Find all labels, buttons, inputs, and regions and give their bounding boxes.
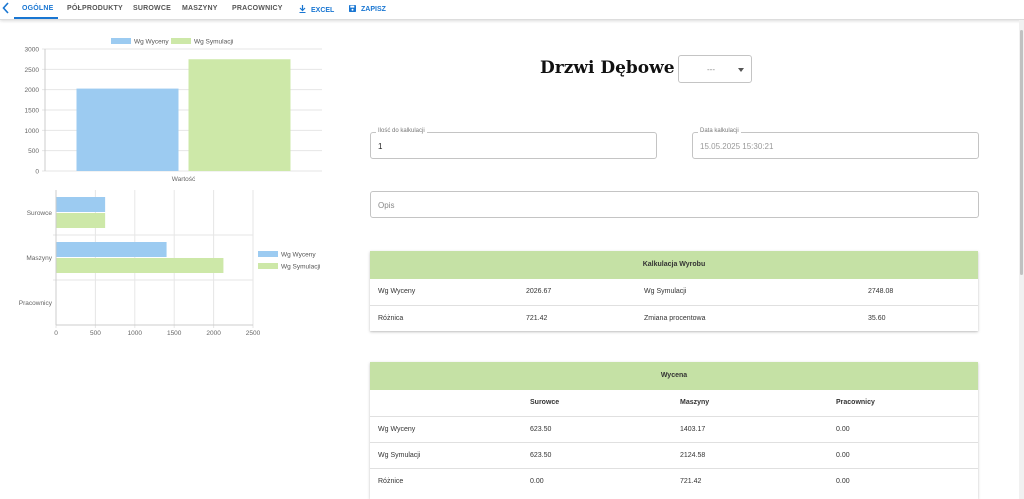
legend-label: Wg Wyceny xyxy=(281,252,316,259)
dropdown-caret-icon xyxy=(738,68,744,72)
save-label: ZAPISZ xyxy=(361,6,386,13)
quantity-field[interactable]: Ilość do kalkulacji 1 xyxy=(370,128,657,159)
category-bar-chart: 0 500 1000 1500 2000 2500 Surowce Maszyny Pracow… xyxy=(19,190,320,337)
legend-label: Wg Symulacji xyxy=(194,39,233,46)
legend-swatch xyxy=(111,38,131,44)
excel-button[interactable]: EXCEL xyxy=(299,5,334,14)
y-tick-label: 2500 xyxy=(25,67,40,74)
y-tick-label: 0 xyxy=(35,169,39,176)
table-header: Pracownicy xyxy=(828,390,978,417)
x-tick-label: Wartość xyxy=(172,176,196,183)
calculation-date-value: 15.05.2025 15:30:21 xyxy=(700,142,774,151)
quantity-label: Ilość do kalkulacji xyxy=(376,128,427,134)
table-cell: 721.42 xyxy=(680,477,702,485)
bar xyxy=(56,258,224,273)
download-icon xyxy=(299,5,306,13)
legend-swatch xyxy=(258,263,278,269)
y-tick-label: Maszyny xyxy=(26,255,52,262)
x-tick-label: 2000 xyxy=(206,330,221,337)
table-cell: 35.60 xyxy=(868,314,886,322)
tab-surowce[interactable]: SUROWCE xyxy=(133,5,171,12)
product-calculation-table: Wg Wyceny 2026.67 Wg Symulacji 2748.08 R… xyxy=(370,279,978,331)
pricing-title: Wycena xyxy=(370,362,978,390)
bar xyxy=(56,197,106,212)
table-cell: Wg Symulacji xyxy=(370,442,522,469)
legend-label: Wg Symulacji xyxy=(281,264,320,271)
table-cell: Wg Wyceny xyxy=(370,416,522,443)
legend-swatch xyxy=(171,38,191,44)
table-cell: Różnica xyxy=(378,314,404,322)
save-button[interactable]: ZAPISZ xyxy=(349,5,386,13)
table-cell: 623.50 xyxy=(522,416,672,443)
table-header: Surowce xyxy=(522,390,672,417)
table-cell: 0.00 xyxy=(828,416,978,443)
table-row: Różnice 0.00 721.42 0.00 xyxy=(370,468,978,494)
bar xyxy=(56,242,167,257)
table-cell: 623.50 xyxy=(522,442,672,469)
y-tick-label: 500 xyxy=(28,148,39,155)
top-toolbar: OGÓLNE PÓŁPRODUKTY SUROWCE MASZYNY PRACO… xyxy=(0,0,1024,20)
y-tick-label: 1500 xyxy=(25,108,40,115)
legend-label: Wg Wyceny xyxy=(134,39,169,46)
x-tick-label: 0 xyxy=(54,330,58,337)
table-cell: 0.00 xyxy=(530,477,544,485)
y-tick-label: 3000 xyxy=(25,47,40,54)
product-title: Drzwi Dębowe xyxy=(540,58,675,78)
table-cell: Wg Wyceny xyxy=(370,279,518,306)
table-cell: 0.00 xyxy=(828,442,978,469)
table-cell: 2748.08 xyxy=(860,279,978,306)
product-calculation-title: Kalkulacja Wyrobu xyxy=(370,251,978,279)
table-cell: 1403.17 xyxy=(672,416,828,443)
table-row: Wg Symulacji 623.50 2124.58 0.00 xyxy=(370,442,978,469)
table-cell: 721.42 xyxy=(526,314,548,322)
table-cell: Różnice xyxy=(378,477,404,485)
table-row: Wg Wyceny 2026.67 Wg Symulacji 2748.08 xyxy=(370,279,978,306)
tab-polprodukty[interactable]: PÓŁPRODUKTY xyxy=(67,5,123,12)
back-chevron-icon[interactable] xyxy=(2,2,14,16)
excel-label: EXCEL xyxy=(311,7,335,14)
table-cell: Wg Symulacji xyxy=(636,279,860,306)
product-calculation-card: Kalkulacja Wyrobu Wg Wyceny 2026.67 Wg S… xyxy=(370,251,978,331)
tab-maszyny[interactable]: MASZYNY xyxy=(182,5,218,12)
tab-ogolne[interactable]: OGÓLNE xyxy=(22,5,54,12)
calculation-date-label: Data kalkulacji xyxy=(698,128,741,134)
y-tick-label: Pracownicy xyxy=(19,300,53,307)
floppy-disk-icon xyxy=(349,5,356,12)
bar xyxy=(56,213,106,228)
table-header xyxy=(370,390,522,417)
bar xyxy=(76,88,179,171)
x-tick-label: 2500 xyxy=(246,330,261,337)
pricing-card: Wycena Surowce Maszyny Pracownicy Wg Wyc… xyxy=(370,362,978,499)
table-header-row: Surowce Maszyny Pracownicy xyxy=(370,390,978,417)
variant-select[interactable]: --- xyxy=(678,55,752,83)
calculation-date-field: Data kalkulacji 15.05.2025 15:30:21 xyxy=(692,128,979,159)
table-cell: 2026.67 xyxy=(518,279,636,306)
table-cell: 0.00 xyxy=(836,477,850,485)
y-tick-label: Surowce xyxy=(27,210,53,217)
legend-swatch xyxy=(258,251,278,257)
y-tick-label: 2000 xyxy=(25,87,40,94)
x-tick-label: 500 xyxy=(90,330,101,337)
table-row: Wg Wyceny 623.50 1403.17 0.00 xyxy=(370,416,978,443)
quantity-value: 1 xyxy=(378,142,383,151)
tab-pracownicy[interactable]: PRACOWNICY xyxy=(232,5,283,12)
x-tick-label: 1000 xyxy=(128,330,143,337)
bar xyxy=(188,59,291,171)
y-tick-label: 1000 xyxy=(25,128,40,135)
x-tick-label: 1500 xyxy=(167,330,182,337)
table-row: Różnica 721.42 Zmiana procentowa 35.60 xyxy=(370,305,978,331)
summary-bar-chart: 0 500 1000 1500 2000 2500 3000 Wartość Wg Wyceny… xyxy=(25,38,322,183)
table-header: Maszyny xyxy=(672,390,828,417)
variant-select-value: --- xyxy=(707,65,715,74)
table-cell: Zmiana procentowa xyxy=(644,314,706,322)
active-tab-indicator xyxy=(14,17,58,19)
description-placeholder: Opis xyxy=(378,201,395,210)
page-scrollbar-thumb[interactable] xyxy=(1020,30,1023,275)
pricing-table: Surowce Maszyny Pracownicy Wg Wyceny 623… xyxy=(370,390,978,494)
table-cell: 2124.58 xyxy=(672,442,828,469)
description-field[interactable]: Opis xyxy=(370,191,979,218)
